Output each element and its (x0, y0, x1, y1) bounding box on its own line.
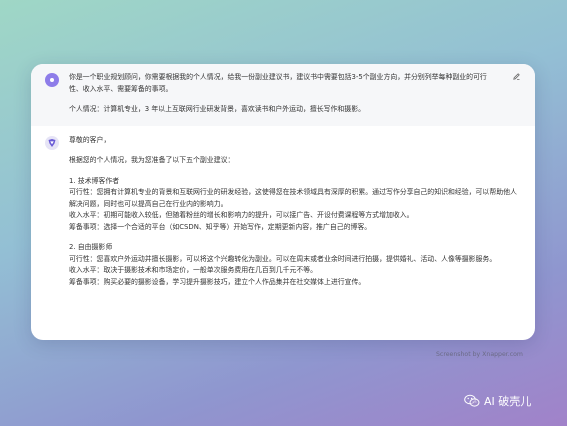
suggestion-income: 收入水平：初期可能收入较低，但随着粉丝的增长和影响力的提升，可以接广告、开设付费… (69, 211, 414, 219)
user-personal-info: 个人情况：计算机专业，3 年以上互联网行业研发背景，喜欢读书和户外运动，擅长写作… (69, 105, 365, 113)
brand-badge: AI 破壳儿 (464, 393, 531, 409)
brand-name: AI 破壳儿 (484, 395, 532, 408)
suggestion-title: 1. 技术博客作者 (69, 176, 120, 185)
suggestion-feasibility: 可行性：您喜欢户外运动并擅长摄影，可以将这个兴趣转化为副业。可以在周末或者业余时… (69, 254, 497, 263)
suggestion-prep: 筹备事项：选择一个合适的平台（如CSDN、知乎等）开始写作，定期更新内容，推广自… (69, 222, 372, 231)
user-message-text: 你是一个职业规划顾问，你需要根据我的个人情况，给我一份副业建议书，建议书中需要包… (69, 72, 499, 116)
assistant-message-text: 尊敬的客户， 根据您的个人情况，我为您准备了以下五个副业建议： 1. 技术博客作… (69, 135, 519, 289)
intro: 根据您的个人情况，我为您准备了以下五个副业建议： (69, 156, 235, 164)
wechat-icon (464, 394, 480, 407)
suggestion-feasibility: 可行性：您拥有计算机专业的背景和互联网行业的研发经验，这使得您在技术领域具有深厚… (69, 188, 517, 208)
watermark-text: Screenshot by Xnapper.com (436, 351, 523, 358)
suggestion-income: 收入水平：取决于摄影技术和市场定价，一般单次服务费用在几百到几千元不等。 (69, 266, 318, 274)
user-prompt: 你是一个职业规划顾问，你需要根据我的个人情况，给我一份副业建议书，建议书中需要包… (69, 73, 487, 93)
suggestion-title: 2. 自由摄影师 (69, 243, 113, 251)
greeting: 尊敬的客户， (69, 135, 111, 144)
assistant-message: 尊敬的客户， 根据您的个人情况，我为您准备了以下五个副业建议： 1. 技术博客作… (31, 126, 535, 289)
user-message: 你是一个职业规划顾问，你需要根据我的个人情况，给我一份副业建议书，建议书中需要包… (31, 64, 535, 126)
assistant-logo-icon (45, 135, 59, 150)
user-avatar-icon (45, 73, 59, 87)
edit-pencil-icon[interactable] (511, 72, 521, 82)
suggestion-prep: 筹备事项：购买必要的摄影设备，学习提升摄影技巧，建立个人作品集并在社交媒体上进行… (69, 277, 366, 286)
chat-card: 你是一个职业规划顾问，你需要根据我的个人情况，给我一份副业建议书，建议书中需要包… (31, 64, 535, 340)
